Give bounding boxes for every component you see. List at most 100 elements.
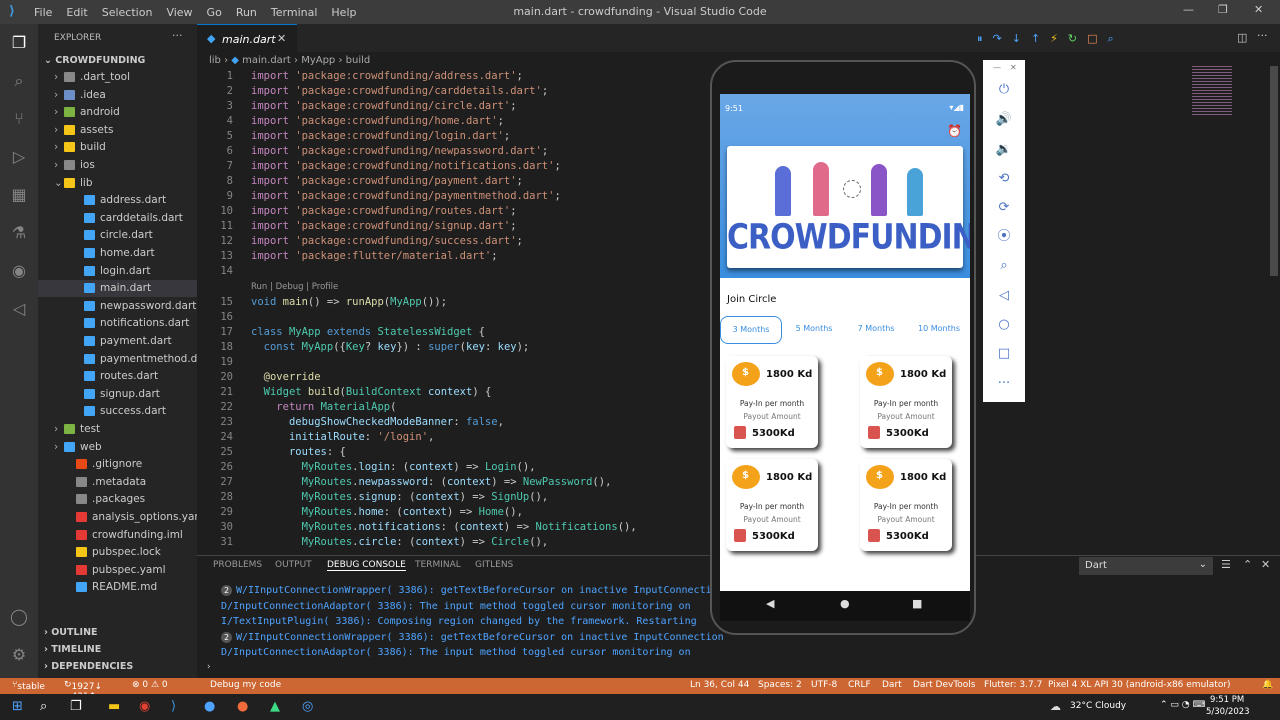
tree-item[interactable]: payment.dart bbox=[38, 333, 197, 350]
more-icon[interactable]: ··· bbox=[995, 375, 1013, 393]
alarm-icon[interactable]: ⏰ bbox=[947, 124, 962, 138]
tree-item[interactable]: paymentmethod.dart bbox=[38, 351, 212, 368]
tree-item[interactable]: › ios bbox=[38, 157, 197, 174]
tree-item[interactable]: pubspec.lock bbox=[38, 544, 197, 561]
timeline-section[interactable]: › TIMELINE bbox=[38, 641, 197, 658]
tree-item[interactable]: success.dart bbox=[38, 403, 197, 420]
tab-terminal[interactable]: TERMINAL bbox=[415, 560, 461, 570]
emulator-taskbar-icon[interactable]: ◎ bbox=[302, 699, 313, 714]
tree-item[interactable]: .metadata bbox=[38, 474, 197, 491]
tree-item[interactable]: › assets bbox=[38, 122, 197, 139]
run-debug-icon[interactable]: ▷ bbox=[8, 146, 30, 168]
clock-date[interactable]: 5/30/2023 bbox=[1206, 707, 1250, 717]
rotate-left-icon[interactable]: ⟲ bbox=[995, 170, 1013, 188]
close-panel-icon[interactable]: ✕ bbox=[1261, 558, 1270, 571]
step-into-icon[interactable]: ↓ bbox=[1012, 32, 1031, 45]
volume-down-icon[interactable]: 🔉 bbox=[995, 141, 1013, 159]
home-icon[interactable]: ○ bbox=[995, 316, 1013, 334]
pause-icon[interactable]: ⏸ bbox=[977, 32, 993, 45]
minimize-icon[interactable]: — bbox=[1183, 3, 1194, 16]
tab-5-months[interactable]: 5 Months bbox=[784, 316, 844, 344]
tab-7-months[interactable]: 7 Months bbox=[846, 316, 906, 344]
tab-gitlens[interactable]: GITLENS bbox=[475, 560, 513, 570]
explorer-icon[interactable]: ❐ bbox=[8, 32, 30, 54]
account-icon[interactable]: ◯ bbox=[8, 606, 30, 628]
breadcrumb-class[interactable]: MyApp bbox=[301, 55, 335, 66]
tree-item[interactable]: crowdfunding.iml bbox=[38, 527, 197, 544]
overview-icon[interactable]: □ bbox=[995, 345, 1013, 363]
step-over-icon[interactable]: ↷ bbox=[993, 32, 1012, 45]
tree-item[interactable]: login.dart bbox=[38, 263, 197, 280]
tree-item[interactable]: main.dart bbox=[38, 280, 197, 298]
camera-icon[interactable]: ⦿ bbox=[995, 228, 1013, 246]
tab-debug-console[interactable]: DEBUG CONSOLE bbox=[327, 560, 406, 571]
tree-item[interactable]: › web bbox=[38, 439, 197, 456]
tree-item[interactable]: .gitignore bbox=[38, 456, 197, 473]
console-prompt-icon[interactable]: › bbox=[207, 662, 211, 672]
tree-item[interactable]: › android bbox=[38, 104, 197, 121]
notification-bell-icon[interactable]: 🔔 bbox=[1262, 680, 1273, 690]
code-view[interactable]: 1 import 'package:crowdfunding/address.da… bbox=[197, 68, 707, 550]
breadcrumb-file[interactable]: main.dart bbox=[242, 55, 291, 66]
problems-status[interactable]: ⊗ 0 ⚠ 0 bbox=[132, 680, 168, 690]
tree-item[interactable]: routes.dart bbox=[38, 368, 197, 385]
plan-card[interactable]: 1800 Kd Pay-In per month Payout Amount 5300… bbox=[726, 459, 818, 551]
dependencies-section[interactable]: › DEPENDENCIES bbox=[38, 658, 197, 675]
restart-icon[interactable]: ↻ bbox=[1068, 32, 1087, 45]
tree-item[interactable]: analysis_options.yaml bbox=[38, 509, 208, 526]
sync-status[interactable]: ↻ 1927↓ 431↑ bbox=[64, 680, 102, 702]
tree-item[interactable]: › build bbox=[38, 139, 197, 156]
back-icon[interactable]: ◁ bbox=[995, 287, 1013, 305]
eol[interactable]: CRLF bbox=[848, 680, 871, 690]
inspect-icon[interactable]: ⌕ bbox=[1108, 32, 1124, 45]
home-nav-icon[interactable]: ● bbox=[840, 597, 850, 610]
devtools-status[interactable]: Dart DevTools bbox=[913, 680, 976, 690]
codelens[interactable]: Run | Debug | Profile bbox=[251, 280, 338, 295]
menu-file[interactable]: File bbox=[34, 6, 52, 19]
search-icon[interactable]: ⌕ bbox=[8, 70, 30, 92]
menu-go[interactable]: Go bbox=[207, 6, 222, 19]
restore-icon[interactable]: ❐ bbox=[1218, 3, 1228, 16]
tab-output[interactable]: OUTPUT bbox=[275, 560, 312, 570]
tree-item[interactable]: address.dart bbox=[38, 192, 197, 209]
language-select[interactable]: Dart ⌄ bbox=[1079, 557, 1213, 575]
cursor-position[interactable]: Ln 36, Col 44 bbox=[690, 680, 749, 690]
menu-selection[interactable]: Selection bbox=[102, 6, 153, 19]
encoding[interactable]: UTF-8 bbox=[811, 680, 837, 690]
maximize-panel-icon[interactable]: ⌃ bbox=[1243, 558, 1252, 571]
flutter-icon[interactable]: ◁ bbox=[8, 298, 30, 320]
step-out-icon[interactable]: ↑ bbox=[1031, 32, 1050, 45]
hot-reload-icon[interactable]: ⚡ bbox=[1050, 32, 1068, 45]
flutter-version[interactable]: Flutter: 3.7.7 bbox=[984, 680, 1042, 690]
source-control-icon[interactable]: ⑂ bbox=[8, 108, 30, 130]
tree-item[interactable]: ⌄ lib bbox=[38, 175, 197, 192]
tree-item[interactable]: pubspec.yaml bbox=[38, 562, 197, 579]
scrollbar[interactable] bbox=[1270, 66, 1278, 276]
emu-minimize-icon[interactable]: — bbox=[993, 63, 1001, 72]
tab-10-months[interactable]: 10 Months bbox=[908, 316, 970, 344]
device-status[interactable]: Pixel 4 XL API 30 (android-x86 emulator) bbox=[1048, 680, 1231, 690]
android-studio-icon[interactable]: ▲ bbox=[270, 699, 280, 714]
tree-item[interactable]: notifications.dart bbox=[38, 315, 197, 332]
tree-item[interactable]: README.md bbox=[38, 579, 197, 596]
tab-3-months[interactable]: 3 Months bbox=[720, 316, 782, 344]
stop-icon[interactable]: □ bbox=[1087, 32, 1107, 45]
power-icon[interactable]: ⏻ bbox=[995, 81, 1013, 99]
outline-section[interactable]: › OUTLINE bbox=[38, 624, 197, 641]
tray-icons[interactable]: ⌃ ▭ ◔ ⌨ bbox=[1160, 700, 1205, 710]
back-nav-icon[interactable]: ◀ bbox=[766, 597, 774, 610]
tree-item[interactable]: › test bbox=[38, 421, 197, 438]
volume-up-icon[interactable]: 🔊 bbox=[995, 111, 1013, 129]
recents-nav-icon[interactable]: ■ bbox=[912, 597, 922, 610]
clock-time[interactable]: 9:51 PM bbox=[1210, 695, 1244, 705]
chrome-icon[interactable]: ◉ bbox=[139, 699, 150, 714]
tree-item[interactable]: newpassword.dart bbox=[38, 298, 197, 315]
tab-problems[interactable]: PROBLEMS bbox=[213, 560, 262, 570]
file-explorer-icon[interactable]: ▬ bbox=[108, 699, 120, 714]
emu-close-icon[interactable]: ✕ bbox=[1010, 63, 1017, 72]
settings-gear-icon[interactable]: ⚙ bbox=[8, 644, 30, 666]
breadcrumb-method[interactable]: build bbox=[346, 55, 371, 66]
weather-text[interactable]: 32°C Cloudy bbox=[1070, 701, 1126, 711]
extensions-icon[interactable]: ▦ bbox=[8, 184, 30, 206]
zoom-icon[interactable]: ⌕ bbox=[995, 257, 1013, 275]
